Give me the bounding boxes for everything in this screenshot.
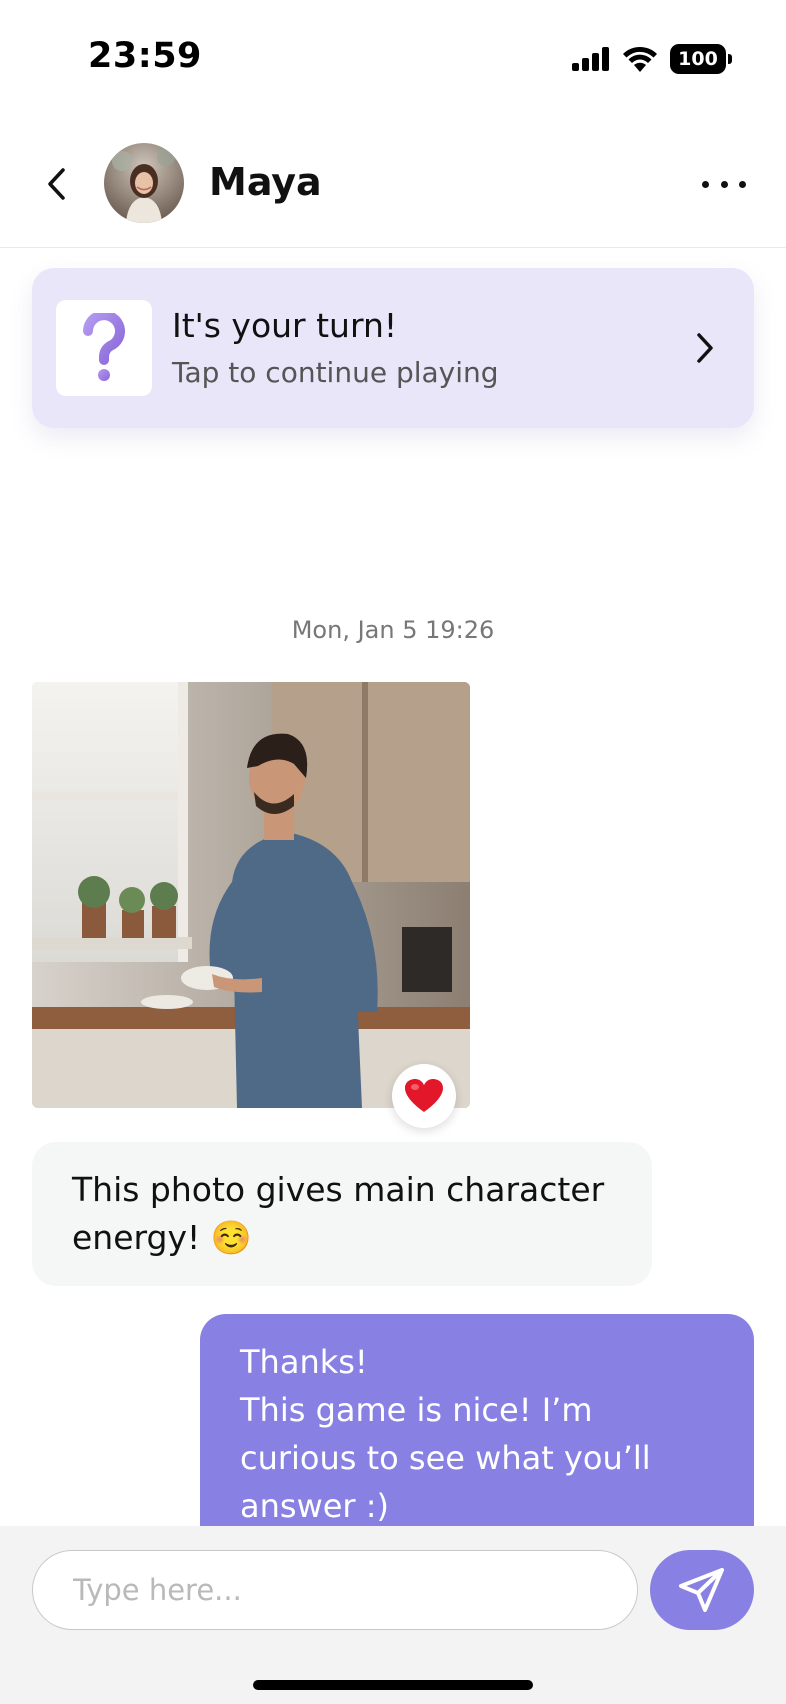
incoming-message-bubble[interactable]: This photo gives main character energy! … <box>32 1142 652 1286</box>
status-time: 23:59 <box>88 36 202 76</box>
send-button[interactable] <box>650 1550 754 1630</box>
wifi-icon <box>623 46 657 72</box>
ellipsis-icon <box>739 180 746 188</box>
ellipsis-icon <box>720 180 728 188</box>
ellipsis-icon <box>702 180 709 188</box>
status-icons: 100 <box>572 44 732 74</box>
chevron-left-icon <box>48 168 65 200</box>
back-button[interactable] <box>36 158 76 210</box>
chevron-right-icon <box>690 325 720 371</box>
cellular-signal-icon <box>572 47 609 71</box>
message-date-stamp: Mon, Jan 5 19:26 <box>291 616 495 644</box>
photo-message[interactable] <box>32 682 470 1108</box>
status-bar: 23:59 100 <box>0 0 786 120</box>
paper-plane-icon <box>679 1568 724 1612</box>
message-input[interactable] <box>32 1550 638 1630</box>
more-options-button[interactable] <box>702 170 746 198</box>
banner-title: It's your turn! <box>172 306 398 345</box>
battery-indicator: 100 <box>670 44 732 74</box>
person-avatar-icon <box>104 143 184 223</box>
game-turn-banner[interactable]: It's your turn! Tap to continue playing <box>32 268 754 428</box>
message-composer <box>0 1526 786 1704</box>
banner-icon-box <box>56 300 152 396</box>
avatar[interactable] <box>104 143 184 223</box>
heart-icon <box>405 1079 443 1112</box>
heart-reaction[interactable] <box>392 1064 456 1128</box>
banner-subtitle: Tap to continue playing <box>172 356 499 389</box>
outgoing-message-bubble[interactable]: Thanks! This game is nice! I’m curious t… <box>200 1314 754 1554</box>
home-indicator <box>253 1680 533 1690</box>
kitchen-photo-image <box>32 682 470 1108</box>
chat-header: Maya <box>0 120 786 248</box>
contact-name[interactable]: Maya <box>209 160 322 204</box>
question-mark-icon <box>83 313 125 381</box>
